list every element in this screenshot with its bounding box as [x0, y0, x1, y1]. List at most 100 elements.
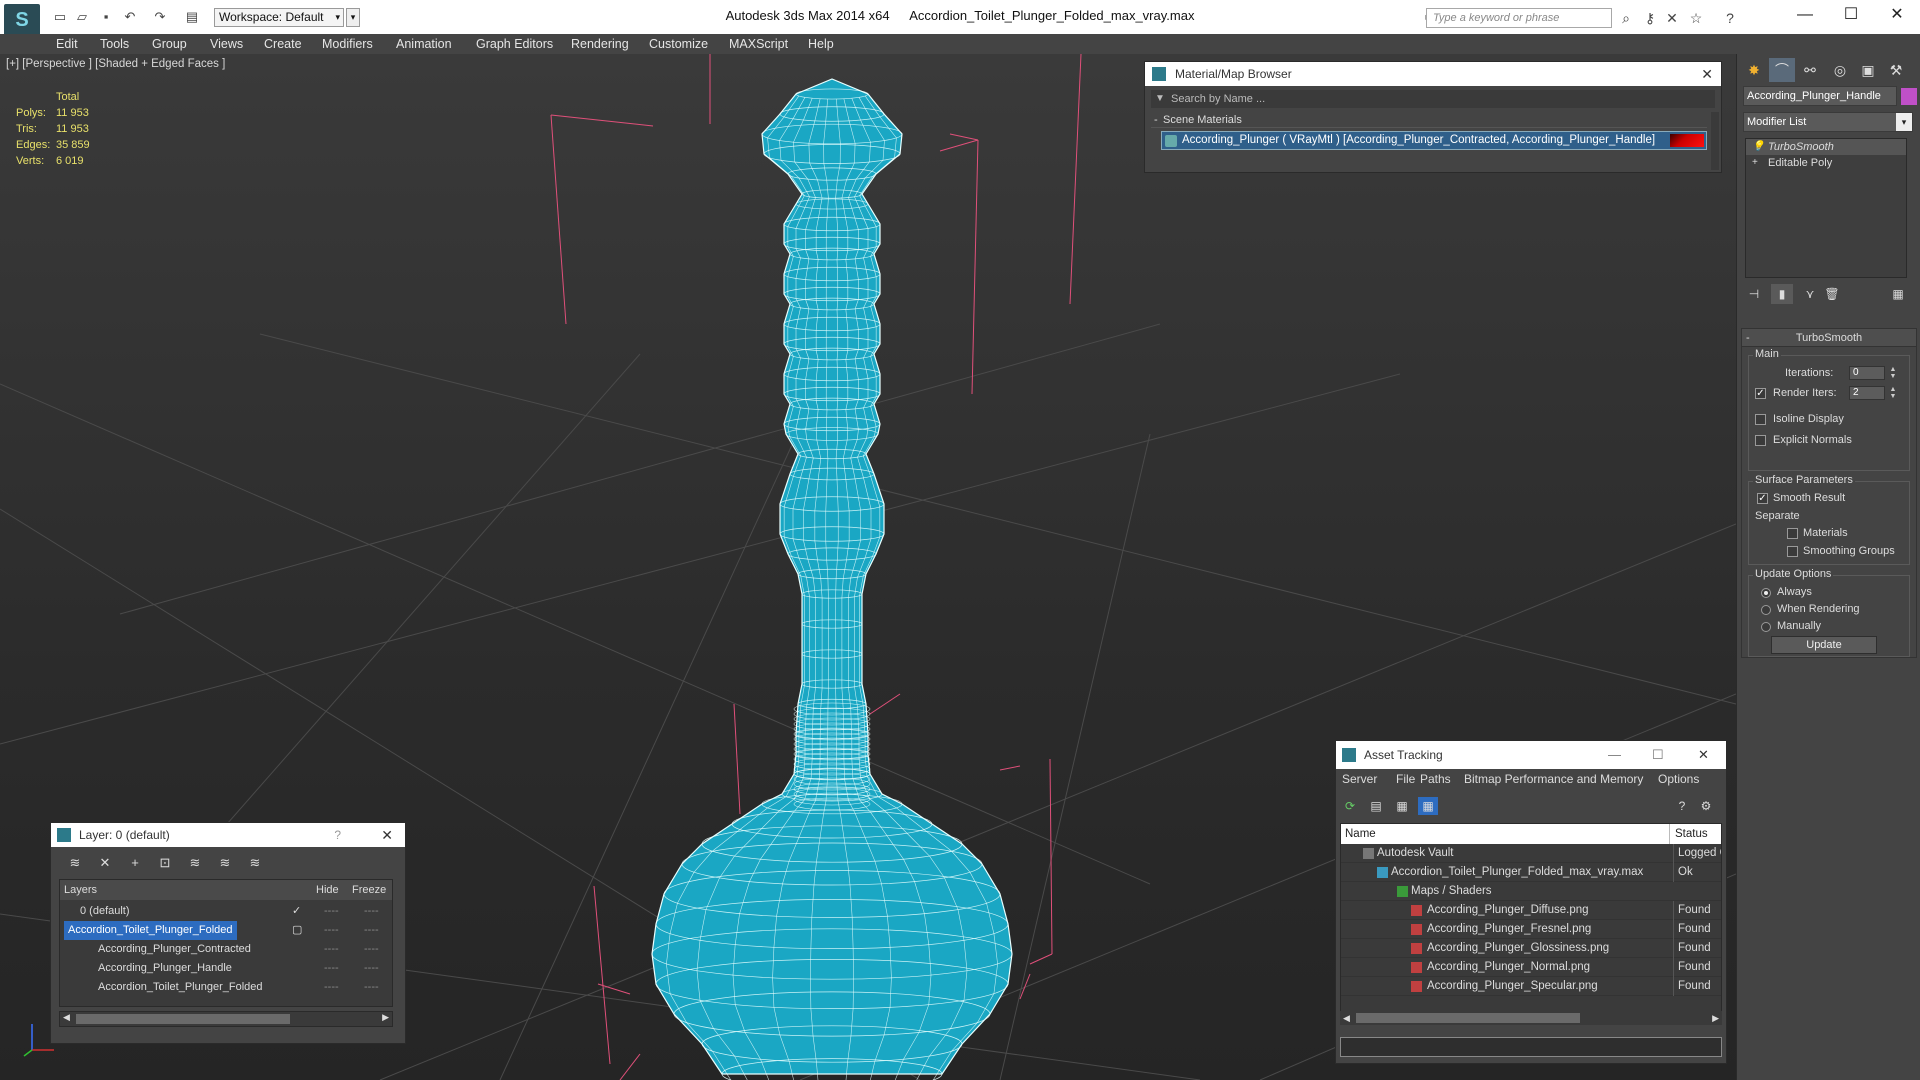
- filter-dropdown-icon[interactable]: ▼: [1155, 90, 1165, 108]
- refresh-icon[interactable]: ⟳: [1340, 797, 1360, 815]
- rollout-header[interactable]: - TurboSmooth: [1742, 329, 1916, 347]
- help-icon[interactable]: ?: [1720, 9, 1740, 27]
- modifier-list-dropdown[interactable]: Modifier List ▾: [1743, 112, 1913, 132]
- asset-row[interactable]: According_Plunger_Specular.png Found: [1341, 977, 1721, 996]
- at-menu-server[interactable]: Server: [1342, 769, 1377, 789]
- material-search-input[interactable]: ▼ Search by Name ...: [1151, 90, 1715, 108]
- display-tab-icon[interactable]: ▣: [1855, 58, 1881, 82]
- table-view-icon[interactable]: ▦: [1418, 797, 1438, 815]
- stack-item-turbosmooth[interactable]: 💡 TurboSmooth: [1746, 139, 1906, 155]
- update-button[interactable]: Update: [1771, 636, 1877, 654]
- menu-rendering[interactable]: Rendering: [571, 34, 629, 54]
- menu-graph-editors[interactable]: Graph Editors: [476, 34, 553, 54]
- hide-toggle[interactable]: ----: [324, 902, 339, 921]
- menu-modifiers[interactable]: Modifiers: [322, 34, 373, 54]
- highlight-layer-icon[interactable]: ≋: [183, 853, 207, 873]
- menu-group[interactable]: Group: [152, 34, 187, 54]
- asset-horizontal-scrollbar[interactable]: ◀ ▶: [1340, 1011, 1722, 1025]
- close-icon[interactable]: ✕: [1874, 0, 1920, 30]
- menu-edit[interactable]: Edit: [56, 34, 78, 54]
- hide-toggle[interactable]: ----: [324, 978, 339, 997]
- column-hide[interactable]: Hide: [316, 880, 339, 900]
- render-iters-checkbox[interactable]: ✓: [1755, 388, 1766, 399]
- render-iters-spinner[interactable]: 2: [1849, 386, 1885, 400]
- asset-tracking-titlebar[interactable]: Asset Tracking — ☐ ✕: [1336, 741, 1726, 769]
- set-current-layer-icon[interactable]: ▢: [292, 921, 302, 940]
- thumbnail-view-icon[interactable]: ▦: [1392, 797, 1412, 815]
- material-browser-scrollbar[interactable]: [1711, 112, 1719, 170]
- help-icon[interactable]: ?: [334, 823, 341, 847]
- material-browser-titlebar[interactable]: Material/Map Browser ✕: [1145, 62, 1721, 86]
- explicit-normals-checkbox[interactable]: [1755, 435, 1766, 446]
- maximize-icon[interactable]: ☐: [1828, 0, 1874, 30]
- remove-modifier-icon[interactable]: 🗑: [1821, 284, 1843, 304]
- menu-customize[interactable]: Customize: [649, 34, 708, 54]
- smooth-result-checkbox[interactable]: ✓: [1757, 493, 1768, 504]
- hide-toggle[interactable]: ----: [324, 940, 339, 959]
- menu-views[interactable]: Views: [210, 34, 243, 54]
- layer-object-row[interactable]: Accordion_Toilet_Plunger_Folded ---- ---…: [60, 978, 392, 997]
- close-icon[interactable]: ✕: [1701, 62, 1713, 86]
- at-menu-bitmap-performance[interactable]: Bitmap Performance and Memory: [1464, 769, 1643, 789]
- separate-materials-checkbox[interactable]: [1787, 528, 1798, 539]
- freeze-toggle[interactable]: ----: [364, 902, 379, 921]
- minimize-icon[interactable]: —: [1608, 741, 1621, 769]
- at-menu-paths[interactable]: Paths: [1420, 769, 1451, 789]
- layer-object-row[interactable]: According_Plunger_Contracted ---- ----: [60, 940, 392, 959]
- stack-item-editable-poly[interactable]: + Editable Poly: [1746, 155, 1906, 171]
- settings-help-icon[interactable]: ⚙: [1696, 797, 1716, 815]
- motion-tab-icon[interactable]: ◎: [1827, 58, 1853, 82]
- material-list-item[interactable]: According_Plunger ( VRayMtl ) [According…: [1161, 131, 1707, 150]
- minimize-icon[interactable]: —: [1782, 0, 1828, 30]
- layer-horizontal-scrollbar[interactable]: ◀ ▶: [59, 1011, 393, 1027]
- menu-create[interactable]: Create: [264, 34, 302, 54]
- freeze-all-layers-icon[interactable]: ≋: [243, 853, 267, 873]
- menu-maxscript[interactable]: MAXScript: [729, 34, 788, 54]
- asset-row[interactable]: According_Plunger_Diffuse.png Found: [1341, 901, 1721, 920]
- add-to-layer-icon[interactable]: +: [123, 853, 147, 873]
- spinner-arrows-icon[interactable]: ▲ ▼: [1889, 386, 1897, 400]
- asset-row[interactable]: Autodesk Vault Logged Out: [1341, 844, 1721, 863]
- object-name-field[interactable]: According_Plunger_Handle: [1743, 86, 1897, 106]
- close-icon[interactable]: ✕: [381, 823, 393, 847]
- close-icon[interactable]: ✕: [1698, 741, 1709, 769]
- hide-all-layers-icon[interactable]: ≋: [213, 853, 237, 873]
- pin-stack-icon[interactable]: ⊣: [1743, 284, 1765, 304]
- create-tab-icon[interactable]: ✸: [1741, 58, 1767, 82]
- freeze-toggle[interactable]: ----: [364, 921, 379, 940]
- hide-toggle[interactable]: ----: [324, 921, 339, 940]
- help-icon[interactable]: ?: [1672, 797, 1692, 815]
- freeze-toggle[interactable]: ----: [364, 940, 379, 959]
- column-freeze[interactable]: Freeze: [352, 880, 386, 900]
- favorites-star-icon[interactable]: ☆: [1686, 9, 1706, 27]
- scroll-right-icon[interactable]: ▶: [382, 1012, 389, 1023]
- layer-row[interactable]: Accordion_Toilet_Plunger_Folded ▢ ---- -…: [60, 921, 392, 940]
- asset-row[interactable]: According_Plunger_Normal.png Found: [1341, 958, 1721, 977]
- scroll-right-icon[interactable]: ▶: [1712, 1011, 1719, 1025]
- iterations-spinner[interactable]: 0: [1849, 366, 1885, 380]
- configure-modifier-sets-icon[interactable]: ▦: [1887, 284, 1909, 304]
- menu-animation[interactable]: Animation: [396, 34, 452, 54]
- show-end-result-icon[interactable]: ▮: [1771, 284, 1793, 304]
- at-menu-file[interactable]: File: [1396, 769, 1415, 789]
- scrollbar-thumb[interactable]: [76, 1014, 290, 1024]
- light-bulb-icon[interactable]: 💡: [1752, 139, 1764, 155]
- update-manually-radio[interactable]: [1761, 622, 1771, 632]
- asset-row[interactable]: Maps / Shaders: [1341, 882, 1721, 901]
- column-status[interactable]: Status: [1675, 824, 1708, 844]
- isoline-display-checkbox[interactable]: [1755, 414, 1766, 425]
- delete-layer-icon[interactable]: ✕: [93, 853, 117, 873]
- expand-plus-icon[interactable]: +: [1752, 155, 1758, 171]
- make-unique-icon[interactable]: ⋎: [1799, 284, 1821, 304]
- menu-help[interactable]: Help: [808, 34, 834, 54]
- hierarchy-tab-icon[interactable]: ⚯: [1797, 58, 1823, 82]
- binoculars-icon[interactable]: ⌕: [1616, 9, 1636, 27]
- select-objects-in-layer-icon[interactable]: ⊡: [153, 853, 177, 873]
- asset-row[interactable]: Accordion_Toilet_Plunger_Folded_max_vray…: [1341, 863, 1721, 882]
- scrollbar-thumb[interactable]: [1356, 1013, 1580, 1023]
- freeze-toggle[interactable]: ----: [364, 959, 379, 978]
- object-color-swatch[interactable]: [1901, 88, 1917, 105]
- current-layer-check-icon[interactable]: ✓: [292, 902, 301, 921]
- list-view-icon[interactable]: ▤: [1366, 797, 1386, 815]
- asset-row[interactable]: According_Plunger_Glossiness.png Found: [1341, 939, 1721, 958]
